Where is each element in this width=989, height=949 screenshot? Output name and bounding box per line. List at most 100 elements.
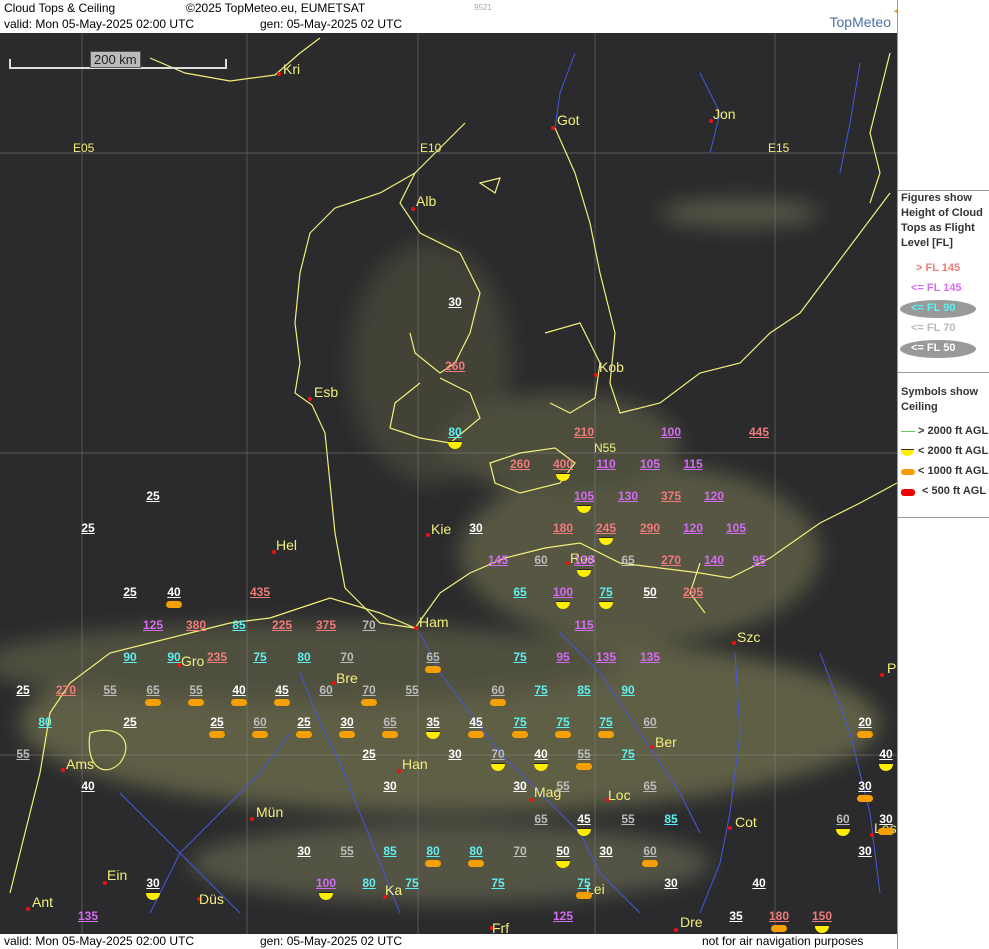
- legend-symbol-item: < 2000 ft AGL: [918, 445, 989, 457]
- city-marker: [250, 817, 254, 821]
- city-label: Mün: [256, 804, 284, 820]
- cloud-top-figure: 40: [879, 747, 893, 761]
- city-marker: [414, 626, 418, 630]
- city-marker: [61, 768, 65, 772]
- city-label: Frf: [492, 920, 510, 934]
- cloud-top-figure: 135: [639, 650, 661, 664]
- ceiling-below-1000-marker: [576, 892, 592, 899]
- city-marker: [728, 826, 732, 830]
- ceiling-below-1000-marker: [339, 731, 355, 738]
- cloud-top-figure: 375: [660, 489, 682, 503]
- cloud-top-figure: 70: [362, 618, 376, 632]
- cloud-top-figure: 180: [768, 909, 790, 923]
- cloud-top-figure: 105: [573, 489, 595, 503]
- cloud-top-figure: 85: [664, 812, 678, 826]
- cloud-top-figure: 75: [556, 715, 570, 729]
- city-label: Alb: [416, 193, 437, 209]
- cloud-top-figure: 90: [167, 650, 181, 664]
- city-label: Düs: [199, 891, 224, 907]
- cloud-top-figure: 30: [664, 876, 678, 890]
- city-label: Jon: [713, 106, 736, 122]
- cloud-top-figure: 140: [703, 553, 725, 567]
- cloud-top-figure: 70: [491, 747, 505, 761]
- cloud-top-figure: 30: [599, 844, 613, 858]
- cloud-top-figure: 120: [703, 489, 725, 503]
- cloud-top-figure: 75: [405, 876, 419, 890]
- cloud-top-figure: 40: [81, 779, 95, 793]
- map-footer: valid: Mon 05-May-2025 02:00 UTC gen: 05…: [0, 934, 897, 949]
- cloud-top-figure: 85: [577, 683, 591, 697]
- city-label: Ein: [107, 867, 128, 883]
- cloud-top-figure: 445: [748, 425, 770, 439]
- cloud-top-figure: 30: [297, 844, 311, 858]
- city-marker: [397, 769, 401, 773]
- figures-legend-title: Figures show Height of Cloud Tops as Fli…: [901, 192, 983, 249]
- cloud-top-figure: 30: [448, 747, 462, 761]
- ceiling-below-1000-marker: [166, 601, 182, 608]
- city-label: Kri: [283, 61, 301, 77]
- city-marker: [732, 641, 736, 645]
- city-marker: [880, 673, 884, 677]
- city-label: Ant: [32, 894, 54, 910]
- cloud-top-figure: 55: [621, 812, 635, 826]
- cloud-top-figure: 95: [752, 553, 766, 567]
- cloud-top-figure: 75: [513, 715, 527, 729]
- cloud-top-figure: 135: [595, 650, 617, 664]
- cloud-top-figure: 45: [469, 715, 483, 729]
- cloud-top-figure: 75: [577, 876, 591, 890]
- cloud-top-figure: 25: [297, 715, 311, 729]
- cloud-top-figure: 65: [621, 553, 635, 567]
- cloud-top-figure: 75: [491, 876, 505, 890]
- cloud-top-figure: 25: [123, 715, 137, 729]
- ceiling-below-1000-marker: [361, 699, 377, 706]
- ceiling-below-1000-marker: [252, 731, 268, 738]
- legend-panel: Figures show Height of Cloud Tops as Fli…: [897, 0, 989, 949]
- valid-time: valid: Mon 05-May-2025 02:00 UTC: [4, 17, 195, 31]
- cloud-top-figure: 380: [185, 618, 207, 632]
- cloud-top-figure: 65: [534, 812, 548, 826]
- legend-separator: [898, 372, 989, 373]
- cloud-top-figure: 65: [426, 650, 440, 664]
- cloud-top-figure: 60: [253, 715, 267, 729]
- cloud-top-figure: 25: [210, 715, 224, 729]
- ceiling-below-1000-marker: [490, 699, 506, 706]
- cloud-top-figure: 45: [577, 812, 591, 826]
- cloud-top-figure: 80: [448, 425, 462, 439]
- cloud-top-figure: 70: [362, 683, 376, 697]
- product-code: 9521: [474, 3, 492, 12]
- cloud-top-figure: 30: [513, 779, 527, 793]
- cloud-top-figure: 30: [448, 295, 462, 309]
- ceiling-below-1000-marker: [468, 860, 484, 867]
- cloud-top-figure: 435: [249, 585, 271, 599]
- cloud-top-figure: 30: [858, 844, 872, 858]
- cloud-top-figure: 400: [552, 457, 574, 471]
- city-label: Kie: [431, 521, 452, 537]
- satellite-map[interactable]: 200 km E05 E10 E15 N55 Kri Got Jon Alb Esb Kob Ki…: [0, 33, 897, 934]
- cloud-top-figure: 35: [426, 715, 440, 729]
- cloud-top-figure: 60: [534, 553, 548, 567]
- cloud-top-figure: 30: [383, 779, 397, 793]
- cloud-top-figure: 60: [643, 844, 657, 858]
- grid-label: N55: [594, 441, 617, 455]
- cloud-top-figure: 270: [660, 553, 682, 567]
- cloud-top-figure: 75: [534, 683, 548, 697]
- cloud-top-figure: 40: [167, 585, 181, 599]
- ceiling-below-1000-marker: [382, 731, 398, 738]
- copyright: ©2025 TopMeteo.eu, EUMETSAT: [186, 1, 366, 15]
- cloud-top-figure: 85: [232, 618, 246, 632]
- cloud-top-figure: 40: [232, 683, 246, 697]
- legend-symbol-item: > 2000 ft AGL: [918, 425, 989, 437]
- symbols-legend-title: Symbols show Ceiling: [901, 386, 979, 413]
- cloud-top-figure: 25: [362, 747, 376, 761]
- cloud-top-figure: 115: [683, 457, 703, 471]
- city-label: Szc: [737, 629, 761, 645]
- cloud-top-figure: 180: [552, 521, 574, 535]
- cloud-top-figure: 105: [725, 521, 747, 535]
- cloud-top-figure: 85: [383, 844, 397, 858]
- city-marker: [650, 745, 654, 749]
- city-label: Cot: [735, 814, 757, 830]
- cloud-top-figure: 25: [81, 521, 95, 535]
- cloud-top-figure: 130: [617, 489, 639, 503]
- city-label: Dre: [680, 914, 703, 930]
- cloud-top-figure: 55: [340, 844, 354, 858]
